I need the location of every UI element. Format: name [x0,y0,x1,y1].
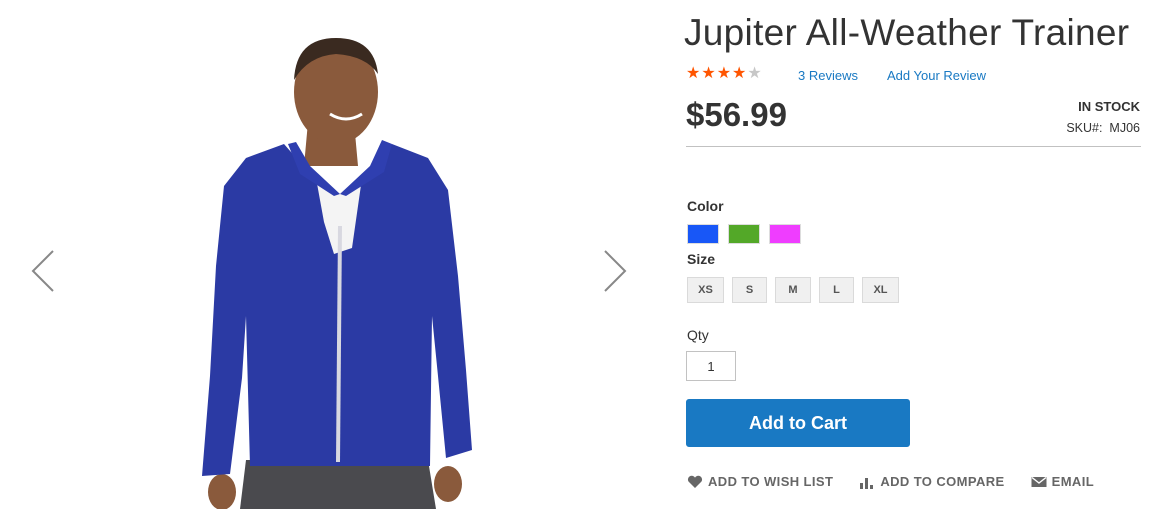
envelope-icon [1031,476,1047,487]
email-link[interactable]: EMAIL [1031,474,1094,489]
product-actions: ADD TO WISH LIST ADD TO COMPARE EMAIL [687,474,1120,489]
size-options: XS S M L XL [687,277,899,303]
color-swatch-green[interactable] [728,224,760,244]
compare-label: ADD TO COMPARE [880,474,1005,489]
color-swatch-blue[interactable] [687,224,719,244]
email-label: EMAIL [1051,474,1095,489]
rating-summary: ★ ★ ★ ★ ★ [686,64,763,84]
sku-label: SKU#: [1066,121,1103,135]
star-filled-icon: ★ [716,65,732,82]
add-review-link[interactable]: Add Your Review [887,68,986,83]
color-swatches [687,224,801,244]
size-option-xs[interactable]: XS [687,277,724,303]
add-to-cart-button[interactable]: Add to Cart [686,399,910,447]
product-gallery [0,0,660,509]
color-label: Color [687,198,724,214]
stock-status: IN STOCK [1078,99,1140,114]
gallery-next-arrow[interactable] [600,248,630,294]
product-photo [202,38,472,509]
sku: SKU#: MJ06 [1066,121,1140,135]
star-empty-icon: ★ [747,65,762,82]
bar-chart-icon [860,477,874,489]
product-price: $56.99 [686,96,787,133]
qty-input[interactable] [686,351,736,381]
zipper-shape [336,225,342,463]
star-filled-icon: ★ [686,65,701,82]
product-title: Jupiter All-Weather Trainer [684,12,1130,53]
rating-stars: ★ ★ ★ ★ ★ [686,66,763,82]
size-option-xl[interactable]: XL [862,277,899,303]
qty-label: Qty [687,327,709,343]
size-option-m[interactable]: M [775,277,811,303]
star-filled-icon: ★ [732,65,747,82]
gallery-prev-arrow[interactable] [28,248,58,294]
sku-value: MJ06 [1109,121,1140,135]
right-hand-shape [434,466,462,502]
heart-icon [687,475,703,488]
add-to-compare-link[interactable]: ADD TO COMPARE [859,474,1004,489]
left-hand-shape [208,474,236,509]
color-swatch-purple[interactable] [769,224,801,244]
size-option-s[interactable]: S [732,277,767,303]
size-option-l[interactable]: L [819,277,854,303]
chevron-left-icon [31,250,54,292]
pants-shape [240,460,436,509]
add-to-wishlist-link[interactable]: ADD TO WISH LIST [687,474,833,489]
reviews-link[interactable]: 3 Reviews [798,68,858,83]
star-filled-icon: ★ [701,65,716,82]
size-label: Size [687,251,716,267]
wishlist-label: ADD TO WISH LIST [708,474,834,489]
chevron-right-icon [604,250,627,292]
divider [686,146,1141,147]
